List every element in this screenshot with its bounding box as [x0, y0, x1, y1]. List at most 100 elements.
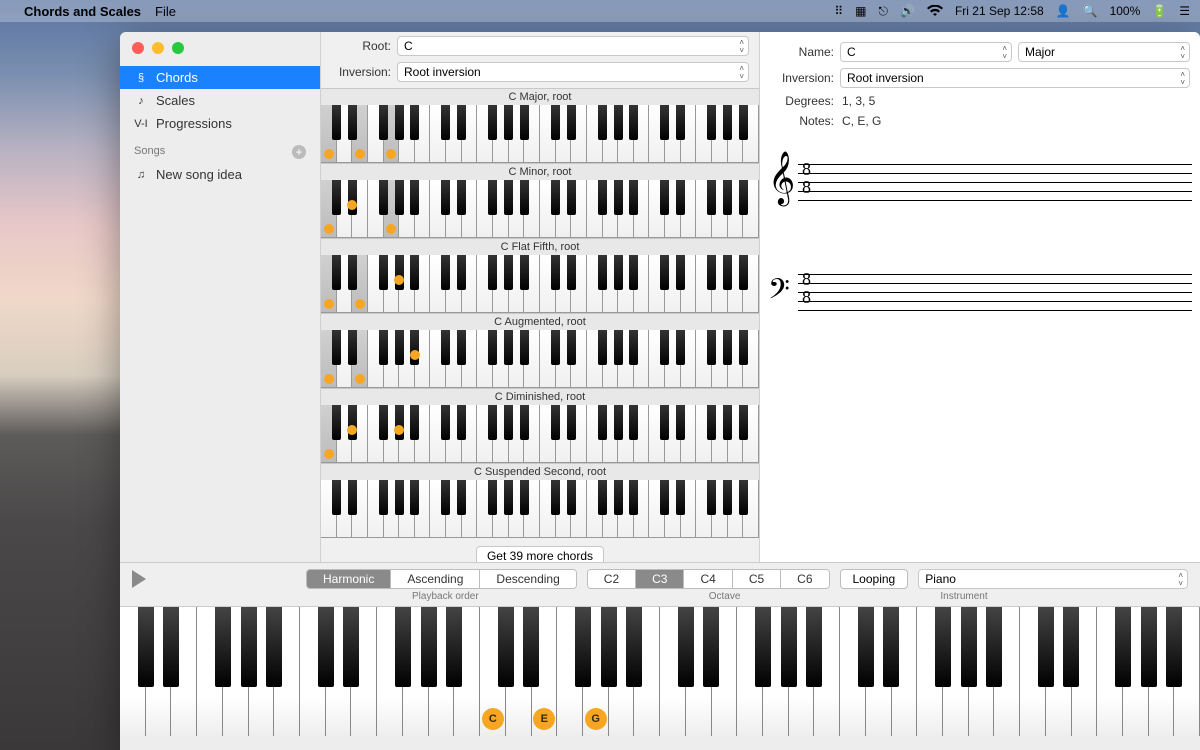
- piano-key-black[interactable]: [421, 607, 437, 687]
- spotlight-icon[interactable]: 🔍: [1083, 4, 1098, 18]
- piano-key-black[interactable]: [395, 607, 411, 687]
- chord-list[interactable]: C Major, rootC Minor, rootC Flat Fifth, …: [321, 88, 759, 538]
- songs-header: Songs: [134, 145, 165, 159]
- bluetooth-icon[interactable]: ⎋: [878, 4, 888, 19]
- sidebar-item-progressions[interactable]: V-IProgressions: [120, 112, 320, 135]
- piano-key-black[interactable]: [883, 607, 899, 687]
- seg-harmonic[interactable]: Harmonic: [307, 570, 391, 588]
- sidebar-item-label: Scales: [156, 93, 195, 108]
- play-button[interactable]: [132, 570, 146, 588]
- note-marker-g: G: [585, 708, 607, 730]
- master-keyboard[interactable]: CEG: [120, 606, 1200, 736]
- piano-key-black[interactable]: [138, 607, 154, 687]
- list-icon[interactable]: ☰: [1179, 4, 1190, 18]
- mini-keyboard: [321, 105, 759, 163]
- piano-key-black[interactable]: [961, 607, 977, 687]
- sidebar-item-label: Progressions: [156, 116, 232, 131]
- inversion-select[interactable]: Root inversion ˄˅: [397, 62, 749, 82]
- song-item[interactable]: ♫ New song idea: [120, 163, 320, 186]
- chord-preview[interactable]: C Diminished, root: [321, 388, 759, 463]
- seg-c3[interactable]: C3: [636, 570, 684, 588]
- piano-key-black[interactable]: [1063, 607, 1079, 687]
- piano-key-black[interactable]: [781, 607, 797, 687]
- seg-c2[interactable]: C2: [588, 570, 636, 588]
- sidebar-item-chords[interactable]: §Chords: [120, 66, 320, 89]
- app-name[interactable]: Chords and Scales: [24, 4, 141, 19]
- name-root-select[interactable]: C ˄˅: [840, 42, 1012, 62]
- seg-c6[interactable]: C6: [781, 570, 828, 588]
- root-label: Root:: [331, 39, 397, 53]
- chord-preview[interactable]: C Suspended Second, root: [321, 463, 759, 538]
- battery-icon[interactable]: 🔋: [1152, 4, 1167, 18]
- sidebar-icon: ♪: [134, 95, 148, 107]
- chord-title: C Diminished, root: [321, 389, 759, 405]
- chord-preview[interactable]: C Minor, root: [321, 163, 759, 238]
- piano-key-black[interactable]: [678, 607, 694, 687]
- seg-c4[interactable]: C4: [684, 570, 732, 588]
- chord-browser: Root: C ˄˅ Inversion: Root inversion ˄˅ …: [320, 32, 760, 574]
- mini-keyboard: [321, 480, 759, 538]
- piano-key-black[interactable]: [935, 607, 951, 687]
- detail-inversion-select[interactable]: Root inversion ˄˅: [840, 68, 1190, 88]
- chord-preview[interactable]: C Augmented, root: [321, 313, 759, 388]
- wifi-icon[interactable]: [927, 5, 943, 17]
- notes-label: Notes:: [770, 114, 840, 128]
- piano-key-black[interactable]: [626, 607, 642, 687]
- clock[interactable]: Fri 21 Sep 12:58: [955, 4, 1044, 18]
- piano-key-black[interactable]: [858, 607, 874, 687]
- piano-key-black[interactable]: [266, 607, 282, 687]
- piano-key-black[interactable]: [523, 607, 539, 687]
- battery-text: 100%: [1110, 4, 1141, 18]
- piano-key-black[interactable]: [318, 607, 334, 687]
- name-quality-select[interactable]: Major ˄˅: [1018, 42, 1190, 62]
- playback-order-segment: HarmonicAscendingDescending: [306, 569, 577, 589]
- chord-preview[interactable]: C Major, root: [321, 88, 759, 163]
- instrument-select[interactable]: Piano ˄˅: [918, 569, 1188, 589]
- piano-key-black[interactable]: [575, 607, 591, 687]
- sidebar-item-scales[interactable]: ♪ Scales: [120, 89, 320, 112]
- piano-key-black[interactable]: [215, 607, 231, 687]
- piano-key-black[interactable]: [1115, 607, 1131, 687]
- chevron-updown-icon: ˄˅: [1180, 45, 1185, 61]
- piano-key-black[interactable]: [755, 607, 771, 687]
- looping-toggle[interactable]: Looping: [840, 569, 909, 589]
- piano-key-black[interactable]: [343, 607, 359, 687]
- menu-file[interactable]: File: [155, 4, 176, 19]
- song-icon: ♫: [134, 169, 148, 181]
- seg-descending[interactable]: Descending: [480, 570, 575, 588]
- chord-detail: Name: C ˄˅ Major ˄˅ Inversion: Root inve…: [760, 32, 1200, 574]
- piano-key-black[interactable]: [1141, 607, 1157, 687]
- piano-key-black[interactable]: [703, 607, 719, 687]
- name-root-value: C: [847, 45, 856, 59]
- piano-key-black[interactable]: [163, 607, 179, 687]
- add-song-button[interactable]: +: [292, 145, 306, 159]
- instrument-value: Piano: [925, 572, 956, 586]
- piano-key-black[interactable]: [1038, 607, 1054, 687]
- volume-icon[interactable]: 🔊: [900, 4, 915, 18]
- close-button[interactable]: [132, 42, 144, 54]
- degrees-label: Degrees:: [770, 94, 840, 108]
- grid-icon[interactable]: ▦: [855, 4, 866, 18]
- zoom-button[interactable]: [172, 42, 184, 54]
- note-marker-e: E: [533, 708, 555, 730]
- piano-key-black[interactable]: [1166, 607, 1182, 687]
- piano-key-black[interactable]: [601, 607, 617, 687]
- piano-key-black[interactable]: [986, 607, 1002, 687]
- chord-title: C Suspended Second, root: [321, 464, 759, 480]
- app-window: §Chords ♪ Scales V-IProgressions Songs + ♫ N…: [120, 32, 1200, 750]
- seg-c5[interactable]: C5: [733, 570, 781, 588]
- detail-inversion-label: Inversion:: [770, 71, 840, 85]
- piano-key-black[interactable]: [241, 607, 257, 687]
- seg-ascending[interactable]: Ascending: [391, 570, 480, 588]
- piano-key-black[interactable]: [806, 607, 822, 687]
- chord-preview[interactable]: C Flat Fifth, root: [321, 238, 759, 313]
- user-icon[interactable]: 👤: [1056, 4, 1071, 18]
- song-label: New song idea: [156, 167, 242, 182]
- treble-clef-icon: 𝄞: [768, 148, 795, 208]
- dropbox-icon[interactable]: ⠿: [834, 4, 843, 18]
- mini-keyboard: [321, 330, 759, 388]
- root-select[interactable]: C ˄˅: [397, 36, 749, 56]
- minimize-button[interactable]: [152, 42, 164, 54]
- piano-key-black[interactable]: [446, 607, 462, 687]
- piano-key-black[interactable]: [498, 607, 514, 687]
